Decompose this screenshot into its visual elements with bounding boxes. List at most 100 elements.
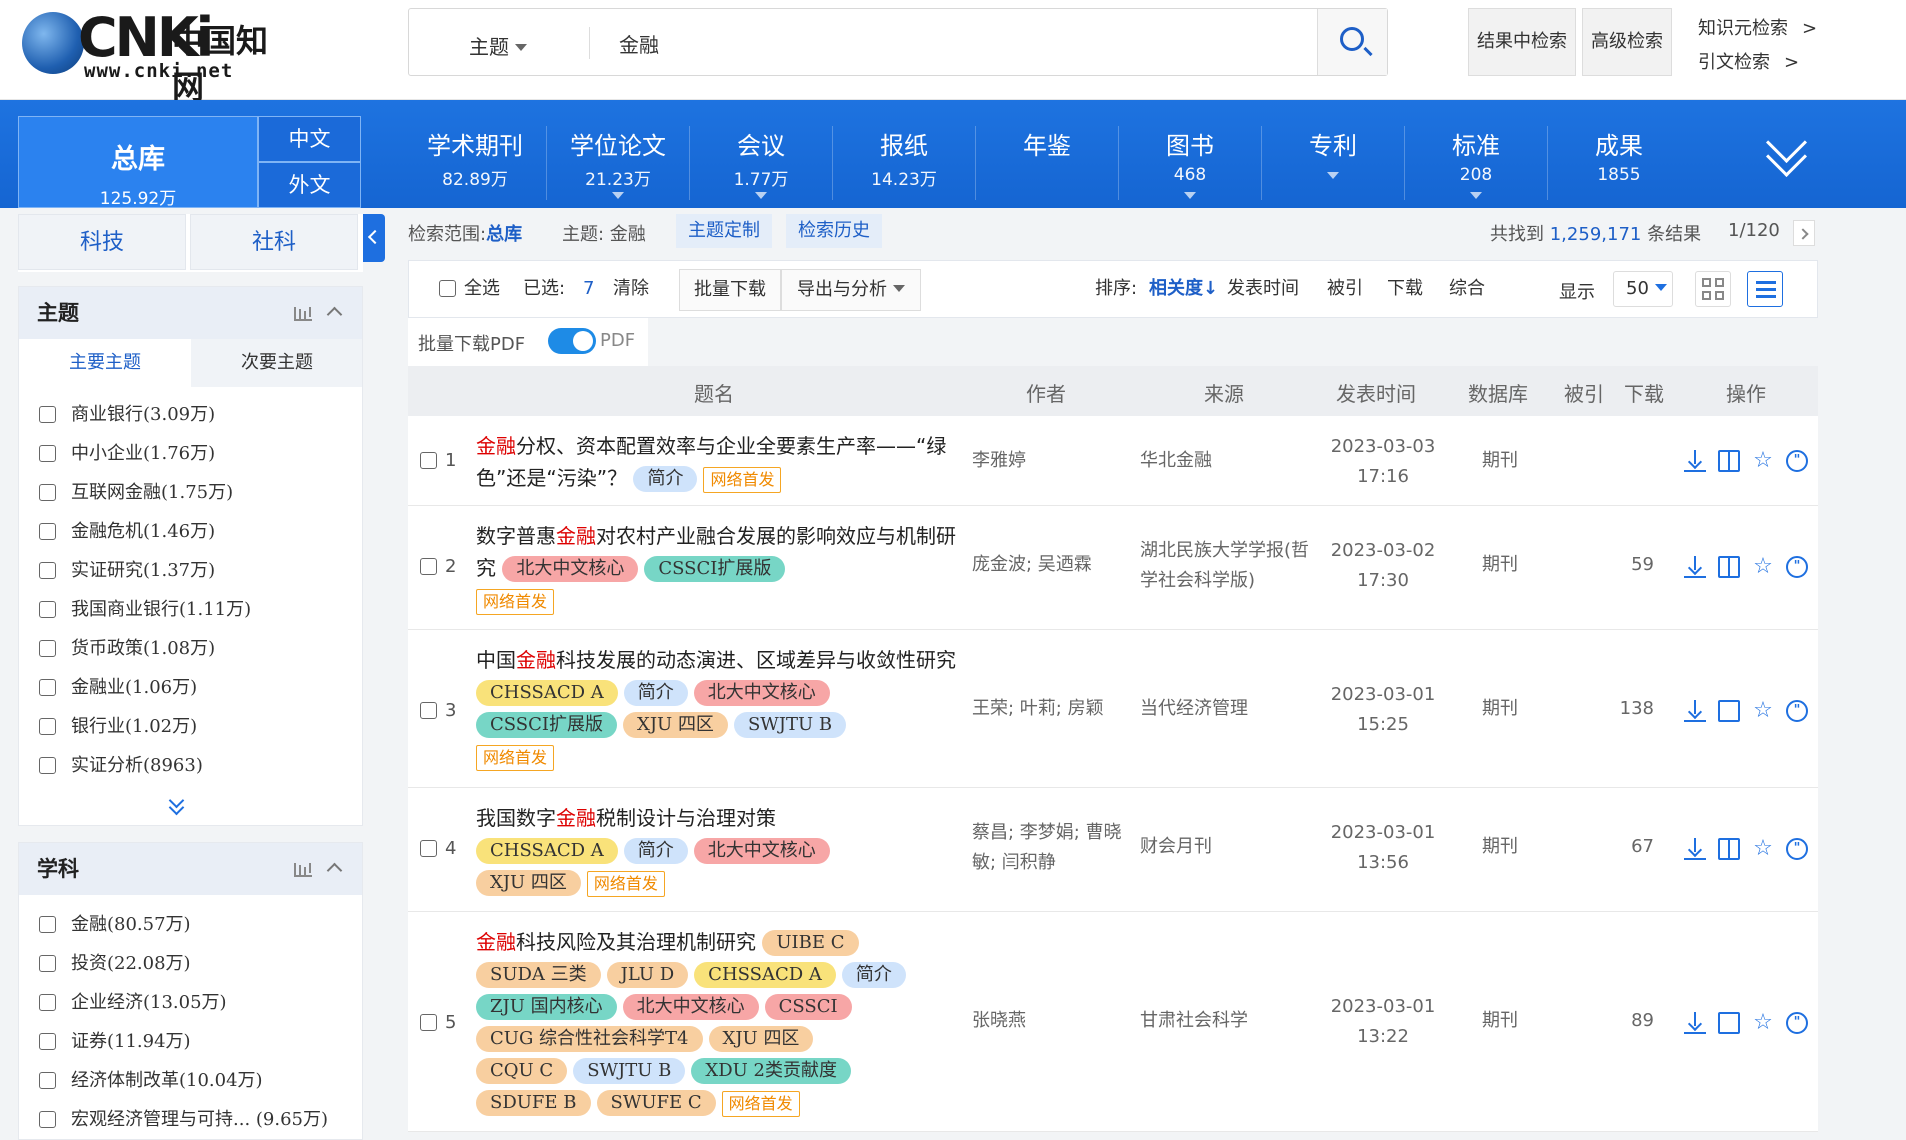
result-author[interactable]: 庞金波; 吴迺霖	[972, 550, 1092, 580]
chart-icon[interactable]	[294, 863, 312, 877]
tag-badge[interactable]: UIBE C	[762, 930, 859, 956]
checkbox[interactable]	[420, 840, 437, 857]
tag-badge[interactable]: CQU C	[476, 1058, 568, 1084]
tag-badge[interactable]: ZJU 国内核心	[476, 994, 617, 1020]
tab-sub-topic[interactable]: 次要主题	[191, 339, 363, 387]
export-analysis-dropdown[interactable]: 导出与分析	[781, 269, 921, 311]
grid-view-icon[interactable]	[1695, 271, 1731, 307]
tab-journals[interactable]: 学术期刊 82.89万	[404, 126, 546, 190]
checkbox[interactable]	[39, 757, 56, 774]
checkbox[interactable]	[39, 484, 56, 501]
tab-tech[interactable]: 科技	[18, 214, 186, 270]
star-icon[interactable]: ☆	[1752, 700, 1774, 722]
checkbox[interactable]	[39, 916, 56, 933]
result-source[interactable]: 湖北民族大学学报(哲学社会科学版)	[1140, 536, 1320, 596]
filter-item[interactable]: 投资(22.08万)	[19, 944, 362, 983]
row-select[interactable]: 3	[420, 700, 456, 721]
collapse-sidebar-button[interactable]	[363, 214, 385, 262]
tab-newspaper[interactable]: 报纸 14.23万	[833, 126, 975, 190]
tab-standards[interactable]: 标准 208	[1405, 126, 1547, 199]
filter-item[interactable]: 经济体制改革(10.04万)	[19, 1061, 362, 1100]
tag-badge[interactable]: XJU 四区	[476, 870, 581, 896]
row-select[interactable]: 4	[420, 838, 456, 859]
result-source[interactable]: 当代经济管理	[1140, 694, 1248, 724]
tag-badge[interactable]: XDU 2类贡献度	[691, 1058, 851, 1084]
tag-badge[interactable]: SWJTU B	[573, 1058, 686, 1084]
filter-item[interactable]: 金融(80.57万)	[19, 905, 362, 944]
checkbox[interactable]	[39, 601, 56, 618]
select-all-checkbox[interactable]: 全选	[439, 261, 500, 317]
checkbox[interactable]	[420, 1014, 437, 1031]
star-icon[interactable]: ☆	[1752, 450, 1774, 472]
selected-count[interactable]: 7	[583, 261, 594, 317]
tag-badge[interactable]: 北大中文核心	[693, 680, 830, 706]
checkbox[interactable]	[420, 452, 437, 469]
read-icon[interactable]	[1718, 838, 1740, 860]
filter-item[interactable]: 实证分析(8963)	[19, 746, 362, 785]
tab-patents[interactable]: 专利	[1262, 126, 1404, 179]
download-icon[interactable]	[1684, 838, 1706, 860]
list-view-icon[interactable]	[1747, 271, 1783, 307]
tab-achievements[interactable]: 成果 1855	[1548, 126, 1690, 185]
tag-badge[interactable]: SUDA 三类	[476, 962, 601, 988]
citation-search-link[interactable]: 引文检索 >	[1698, 48, 1799, 74]
filter-item[interactable]: 中小企业(1.76万)	[19, 434, 362, 473]
filter-item[interactable]: 企业经济(13.05万)	[19, 983, 362, 1022]
html-read-icon[interactable]	[1718, 700, 1740, 722]
checkbox[interactable]	[439, 280, 456, 297]
tag-badge[interactable]: 北大中文核心	[622, 994, 759, 1020]
tag-badge[interactable]: 简介	[623, 680, 688, 706]
checkbox[interactable]	[39, 406, 56, 423]
checkbox[interactable]	[39, 955, 56, 972]
checkbox[interactable]	[39, 1033, 56, 1050]
search-history-button[interactable]: 检索历史	[786, 214, 882, 248]
tab-yearbook[interactable]: 年鉴	[976, 126, 1118, 165]
result-author[interactable]: 王荣; 叶莉; 房颖	[972, 694, 1104, 724]
filter-item[interactable]: 实证研究(1.37万)	[19, 551, 362, 590]
filter-item[interactable]: 商业银行(3.09万)	[19, 395, 362, 434]
download-icon[interactable]	[1684, 700, 1706, 722]
search-in-results-button[interactable]: 结果中检索	[1468, 8, 1576, 76]
tag-badge[interactable]: 简介	[623, 838, 688, 864]
tag-badge[interactable]: 简介	[841, 962, 906, 988]
result-source[interactable]: 甘肃社会科学	[1140, 1006, 1248, 1036]
tab-books[interactable]: 图书 468	[1119, 126, 1261, 199]
filter-item[interactable]: 金融业(1.06万)	[19, 668, 362, 707]
tag-badge[interactable]: SWJTU B	[733, 712, 847, 738]
show-more-icon[interactable]	[169, 797, 185, 813]
quote-icon[interactable]: "	[1786, 1012, 1808, 1034]
checkbox[interactable]	[39, 718, 56, 735]
tag-badge[interactable]: 北大中文核心	[502, 556, 639, 582]
star-icon[interactable]: ☆	[1752, 838, 1774, 860]
row-select[interactable]: 2	[420, 556, 456, 577]
advanced-search-button[interactable]: 高级检索	[1582, 8, 1672, 76]
search-scope-select[interactable]: 主题	[469, 31, 527, 60]
tag-badge[interactable]: CHSSACD A	[476, 838, 618, 864]
cnki-logo[interactable]: CNKi 中国知网 www.cnki.net	[22, 6, 292, 106]
star-icon[interactable]: ☆	[1752, 556, 1774, 578]
search-input[interactable]: 金融	[619, 29, 1219, 58]
checkbox[interactable]	[39, 1111, 56, 1128]
tag-badge[interactable]: CSSCI	[764, 994, 852, 1020]
download-icon[interactable]	[1684, 1012, 1706, 1034]
sort-cited[interactable]: 被引	[1327, 261, 1363, 317]
checkbox[interactable]	[420, 558, 437, 575]
filter-item[interactable]: 证券(11.94万)	[19, 1022, 362, 1061]
tab-zongku[interactable]: 总库 125.92万	[18, 116, 258, 209]
checkbox[interactable]	[39, 679, 56, 696]
quote-icon[interactable]: "	[1786, 450, 1808, 472]
checkbox[interactable]	[39, 1072, 56, 1089]
result-title[interactable]: 金融科技风险及其治理机制研究 UIBE C SUDA 三类 JLU D CHSSACD…	[476, 926, 966, 1118]
sort-relevance[interactable]: 相关度↓	[1149, 261, 1218, 317]
filter-item[interactable]: 金融危机(1.46万)	[19, 512, 362, 551]
quote-icon[interactable]: "	[1786, 700, 1808, 722]
tag-badge[interactable]: XJU 四区	[623, 712, 728, 738]
topic-customize-button[interactable]: 主题定制	[676, 214, 772, 248]
download-icon[interactable]	[1684, 556, 1706, 578]
row-select[interactable]: 5	[420, 1012, 456, 1033]
result-title[interactable]: 中国金融科技发展的动态演进、区域差异与收敛性研究 CHSSACD A 简介 北大中文…	[476, 644, 966, 772]
tag-badge[interactable]: CUG 综合性社会科学T4	[476, 1026, 703, 1052]
chevron-up-icon[interactable]	[326, 306, 343, 323]
html-read-icon[interactable]	[1718, 1012, 1740, 1034]
expand-more-icon[interactable]	[1768, 134, 1804, 170]
